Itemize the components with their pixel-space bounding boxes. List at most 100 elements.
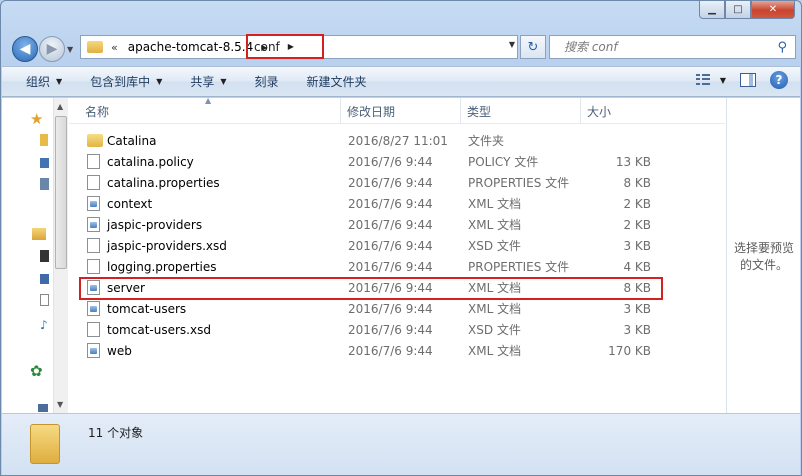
column-type[interactable]: 类型 [461, 98, 581, 124]
chevron-right-icon[interactable]: ▶ [288, 42, 294, 51]
file-row[interactable]: catalina.properties 2016/7/6 9:44 PROPERTI… [81, 172, 721, 193]
recent-pages-dropdown[interactable]: ▼ [67, 45, 77, 55]
file-icon [87, 154, 100, 169]
scroll-down-icon[interactable]: ▼ [57, 400, 63, 409]
file-row[interactable]: Catalina 2016/8/27 11:01 文件夹 [81, 130, 721, 151]
burn-button[interactable]: 刻录 [247, 70, 287, 94]
file-row[interactable]: web 2016/7/6 9:44 XML 文档 170 KB [81, 340, 721, 361]
breadcrumb-current[interactable]: conf ▶ [246, 34, 324, 59]
file-size: 3 KB [623, 238, 651, 253]
homegroup-icon[interactable]: ✿ [30, 362, 44, 380]
maximize-button[interactable]: □ [725, 1, 751, 19]
preview-pane-toggle[interactable] [740, 73, 756, 87]
scroll-up-icon[interactable]: ▲ [57, 102, 63, 111]
minimize-button[interactable]: ▁ [699, 1, 725, 19]
xml-file-icon [87, 301, 100, 316]
column-size-label: 大小 [587, 104, 612, 119]
breadcrumb-segment[interactable]: apache-tomcat-8.5.4 [128, 40, 254, 54]
file-type: POLICY 文件 [468, 155, 539, 169]
share-button[interactable]: 共享 ▼ [182, 70, 234, 94]
file-row[interactable]: context 2016/7/6 9:44 XML 文档 2 KB [81, 193, 721, 214]
file-name: catalina.policy [107, 154, 194, 169]
file-row[interactable]: logging.properties 2016/7/6 9:44 PROPERTIE… [81, 256, 721, 277]
forward-button[interactable]: ▶ [39, 36, 65, 62]
column-size[interactable]: 大小 [581, 98, 701, 124]
folder-icon [87, 134, 103, 147]
music-icon[interactable]: ♪ [40, 318, 54, 332]
file-name: jaspic-providers.xsd [107, 238, 227, 253]
back-button[interactable]: ◀ [12, 36, 38, 62]
file-icon [87, 238, 100, 253]
burn-label: 刻录 [254, 75, 279, 89]
file-icon [87, 175, 100, 190]
file-row[interactable]: tomcat-users.xsd 2016/7/6 9:44 XSD 文件 3 KB [81, 319, 721, 340]
change-view-button[interactable]: ▼ [695, 74, 726, 86]
file-row[interactable]: jaspic-providers.xsd 2016/7/6 9:44 XSD 文件 3… [81, 235, 721, 256]
file-type: PROPERTIES 文件 [468, 176, 570, 190]
file-size: 2 KB [623, 217, 651, 232]
pictures-icon[interactable] [40, 274, 49, 284]
file-row[interactable]: catalina.policy 2016/7/6 9:44 POLICY 文件 13 … [81, 151, 721, 172]
details-pane: 11 个对象 [2, 413, 800, 475]
close-button[interactable]: ✕ [751, 1, 795, 19]
search-input[interactable] [564, 40, 764, 54]
refresh-icon: ↻ [527, 39, 539, 55]
desktop-icon[interactable] [40, 158, 49, 168]
file-name: logging.properties [107, 259, 217, 274]
explorer-window: ▁ □ ✕ ◀ ▶ ▼ « apache-tomcat-8.5.4 ▶ ▼ co… [0, 0, 802, 476]
breadcrumb-overflow[interactable]: « [111, 41, 118, 54]
videos-icon[interactable] [40, 250, 49, 262]
chevron-down-icon: ▼ [56, 77, 63, 86]
new-folder-button[interactable]: 新建文件夹 [299, 70, 375, 94]
organize-label: 组织 [26, 75, 51, 89]
file-icon [87, 322, 100, 337]
breadcrumb-current-label: conf [254, 39, 280, 54]
refresh-button[interactable]: ↻ [520, 35, 546, 59]
organize-button[interactable]: 组织 ▼ [18, 70, 70, 94]
file-type: 文件夹 [468, 134, 505, 148]
file-name: web [107, 343, 132, 358]
file-date: 2016/7/6 9:44 [348, 343, 433, 358]
column-name[interactable]: 名称 [79, 98, 341, 124]
view-list-icon [695, 74, 710, 86]
recent-places-icon[interactable] [40, 178, 49, 190]
file-size: 13 KB [615, 154, 651, 169]
file-type: XSD 文件 [468, 323, 521, 337]
file-row[interactable]: tomcat-users 2016/7/6 9:44 XML 文档 3 KB [81, 298, 721, 319]
file-icon [87, 259, 100, 274]
search-icon[interactable]: ⚲ [777, 40, 787, 55]
main-content: ★ ♪ ✿ ▲ ▼ ▲ 名称 修改日期 类型 大小 Catalina 2016/… [2, 96, 800, 413]
file-name: tomcat-users [107, 301, 187, 316]
file-row[interactable]: jaspic-providers 2016/7/6 9:44 XML 文档 2 KB [81, 214, 721, 235]
file-name: jaspic-providers [107, 217, 203, 232]
computer-icon[interactable] [38, 404, 48, 412]
libraries-icon[interactable] [32, 228, 46, 240]
preview-message: 选择要预览的文件。 [733, 241, 794, 272]
file-type: XML 文档 [468, 197, 522, 211]
file-name: context [107, 196, 153, 211]
address-history-dropdown[interactable]: ▼ [509, 40, 515, 49]
file-type: PROPERTIES 文件 [468, 260, 570, 274]
arrow-left-icon: ◀ [19, 41, 31, 57]
file-name: catalina.properties [107, 175, 220, 190]
navigation-scrollbar[interactable]: ▲ ▼ [53, 98, 68, 413]
include-in-library-label: 包含到库中 [90, 75, 151, 89]
help-icon[interactable]: ? [770, 71, 788, 89]
include-in-library-button[interactable]: 包含到库中 ▼ [82, 70, 170, 94]
scrollbar-thumb[interactable] [55, 116, 67, 269]
file-list: ▲ 名称 修改日期 类型 大小 Catalina 2016/8/27 11:01 文… [69, 96, 725, 413]
folder-icon[interactable] [40, 134, 48, 146]
column-date[interactable]: 修改日期 [341, 98, 461, 124]
file-size: 8 KB [623, 175, 651, 190]
file-name: tomcat-users.xsd [107, 322, 211, 337]
file-size: 3 KB [623, 322, 651, 337]
favorites-star-icon[interactable]: ★ [30, 110, 44, 128]
documents-icon[interactable] [40, 294, 49, 306]
window-controls: ▁ □ ✕ [699, 1, 795, 19]
file-date: 2016/7/6 9:44 [348, 238, 433, 253]
server-row-highlight [79, 277, 663, 300]
search-box[interactable]: ⚲ [549, 35, 796, 59]
file-type: XML 文档 [468, 218, 522, 232]
file-size: 2 KB [623, 196, 651, 211]
item-count: 11 个对象 [88, 426, 144, 440]
